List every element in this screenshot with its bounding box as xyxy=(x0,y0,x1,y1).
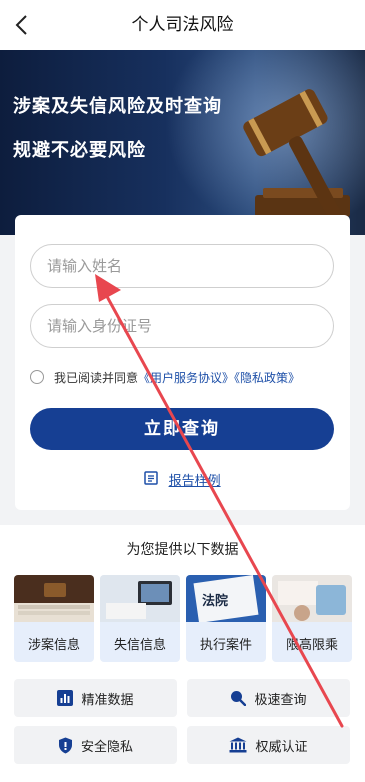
svg-text:法院: 法院 xyxy=(202,593,228,609)
tile-case-info[interactable]: 涉案信息 xyxy=(14,575,94,662)
section-title: 为您提供以下数据 xyxy=(126,542,239,558)
shield-icon xyxy=(58,737,73,754)
bar-chart-icon xyxy=(57,690,74,706)
feature-label: 极速查询 xyxy=(254,692,307,708)
search-icon xyxy=(230,690,247,706)
agreement-checkbox[interactable] xyxy=(30,370,44,384)
name-input[interactable] xyxy=(31,245,333,287)
agreement-row: 我已阅读并同意 《用户服务协议》《隐私政策》 xyxy=(30,367,300,387)
hero-subheadline: 规避不必要风险 xyxy=(13,140,146,161)
feature-label: 精准数据 xyxy=(81,692,134,708)
agreement-links[interactable]: 《用户服务协议》《隐私政策》 xyxy=(138,369,300,386)
nav-bar: 个人司法风险 xyxy=(0,0,365,50)
sample-report-label: 报告样例 xyxy=(168,474,221,489)
id-number-input[interactable] xyxy=(31,305,333,347)
tile-label: 限高限乘 xyxy=(285,638,338,653)
feature-authority: 权威认证 xyxy=(187,726,350,764)
enforcement-cases-thumbnail: 法院 xyxy=(186,575,266,623)
feature-label: 安全隐私 xyxy=(80,739,133,755)
submit-query-button[interactable]: 立即查询 xyxy=(30,408,334,450)
tile-dishonest-info[interactable]: 失信信息 xyxy=(100,575,180,662)
tile-label: 执行案件 xyxy=(199,638,252,653)
hero-headline: 涉案及失信风险及时查询 xyxy=(13,96,222,117)
sample-report-link[interactable]: 报告样例 xyxy=(15,470,350,489)
query-form-card: 我已阅读并同意 《用户服务协议》《隐私政策》 立即查询 报告样例 xyxy=(15,215,350,510)
dishonest-info-thumbnail xyxy=(100,575,180,622)
data-section: 为您提供以下数据 涉案信息 失信信息 法院 执行案件 限高限乘 精准数据 极速查… xyxy=(0,525,365,782)
bank-icon xyxy=(229,737,247,753)
feature-fast-query: 极速查询 xyxy=(187,679,350,717)
case-info-thumbnail xyxy=(14,575,94,622)
chevron-left-icon[interactable] xyxy=(10,13,34,37)
hero-banner: 涉案及失信风险及时查询 规避不必要风险 xyxy=(0,50,365,235)
document-icon xyxy=(144,470,159,489)
tile-consumption-restriction[interactable]: 限高限乘 xyxy=(272,575,352,662)
feature-label: 权威认证 xyxy=(255,739,308,755)
name-field[interactable] xyxy=(30,244,334,288)
agreement-text: 我已阅读并同意 xyxy=(54,370,139,385)
tile-enforcement-cases[interactable]: 法院 执行案件 xyxy=(186,575,266,662)
gavel-illustration xyxy=(243,89,350,219)
tile-label: 涉案信息 xyxy=(27,638,80,653)
consumption-restriction-thumbnail xyxy=(272,575,352,622)
page-title: 个人司法风险 xyxy=(131,15,234,35)
id-number-field[interactable] xyxy=(30,304,334,348)
feature-secure-privacy: 安全隐私 xyxy=(14,726,177,764)
feature-precise-data: 精准数据 xyxy=(14,679,177,717)
tile-label: 失信信息 xyxy=(113,638,166,653)
